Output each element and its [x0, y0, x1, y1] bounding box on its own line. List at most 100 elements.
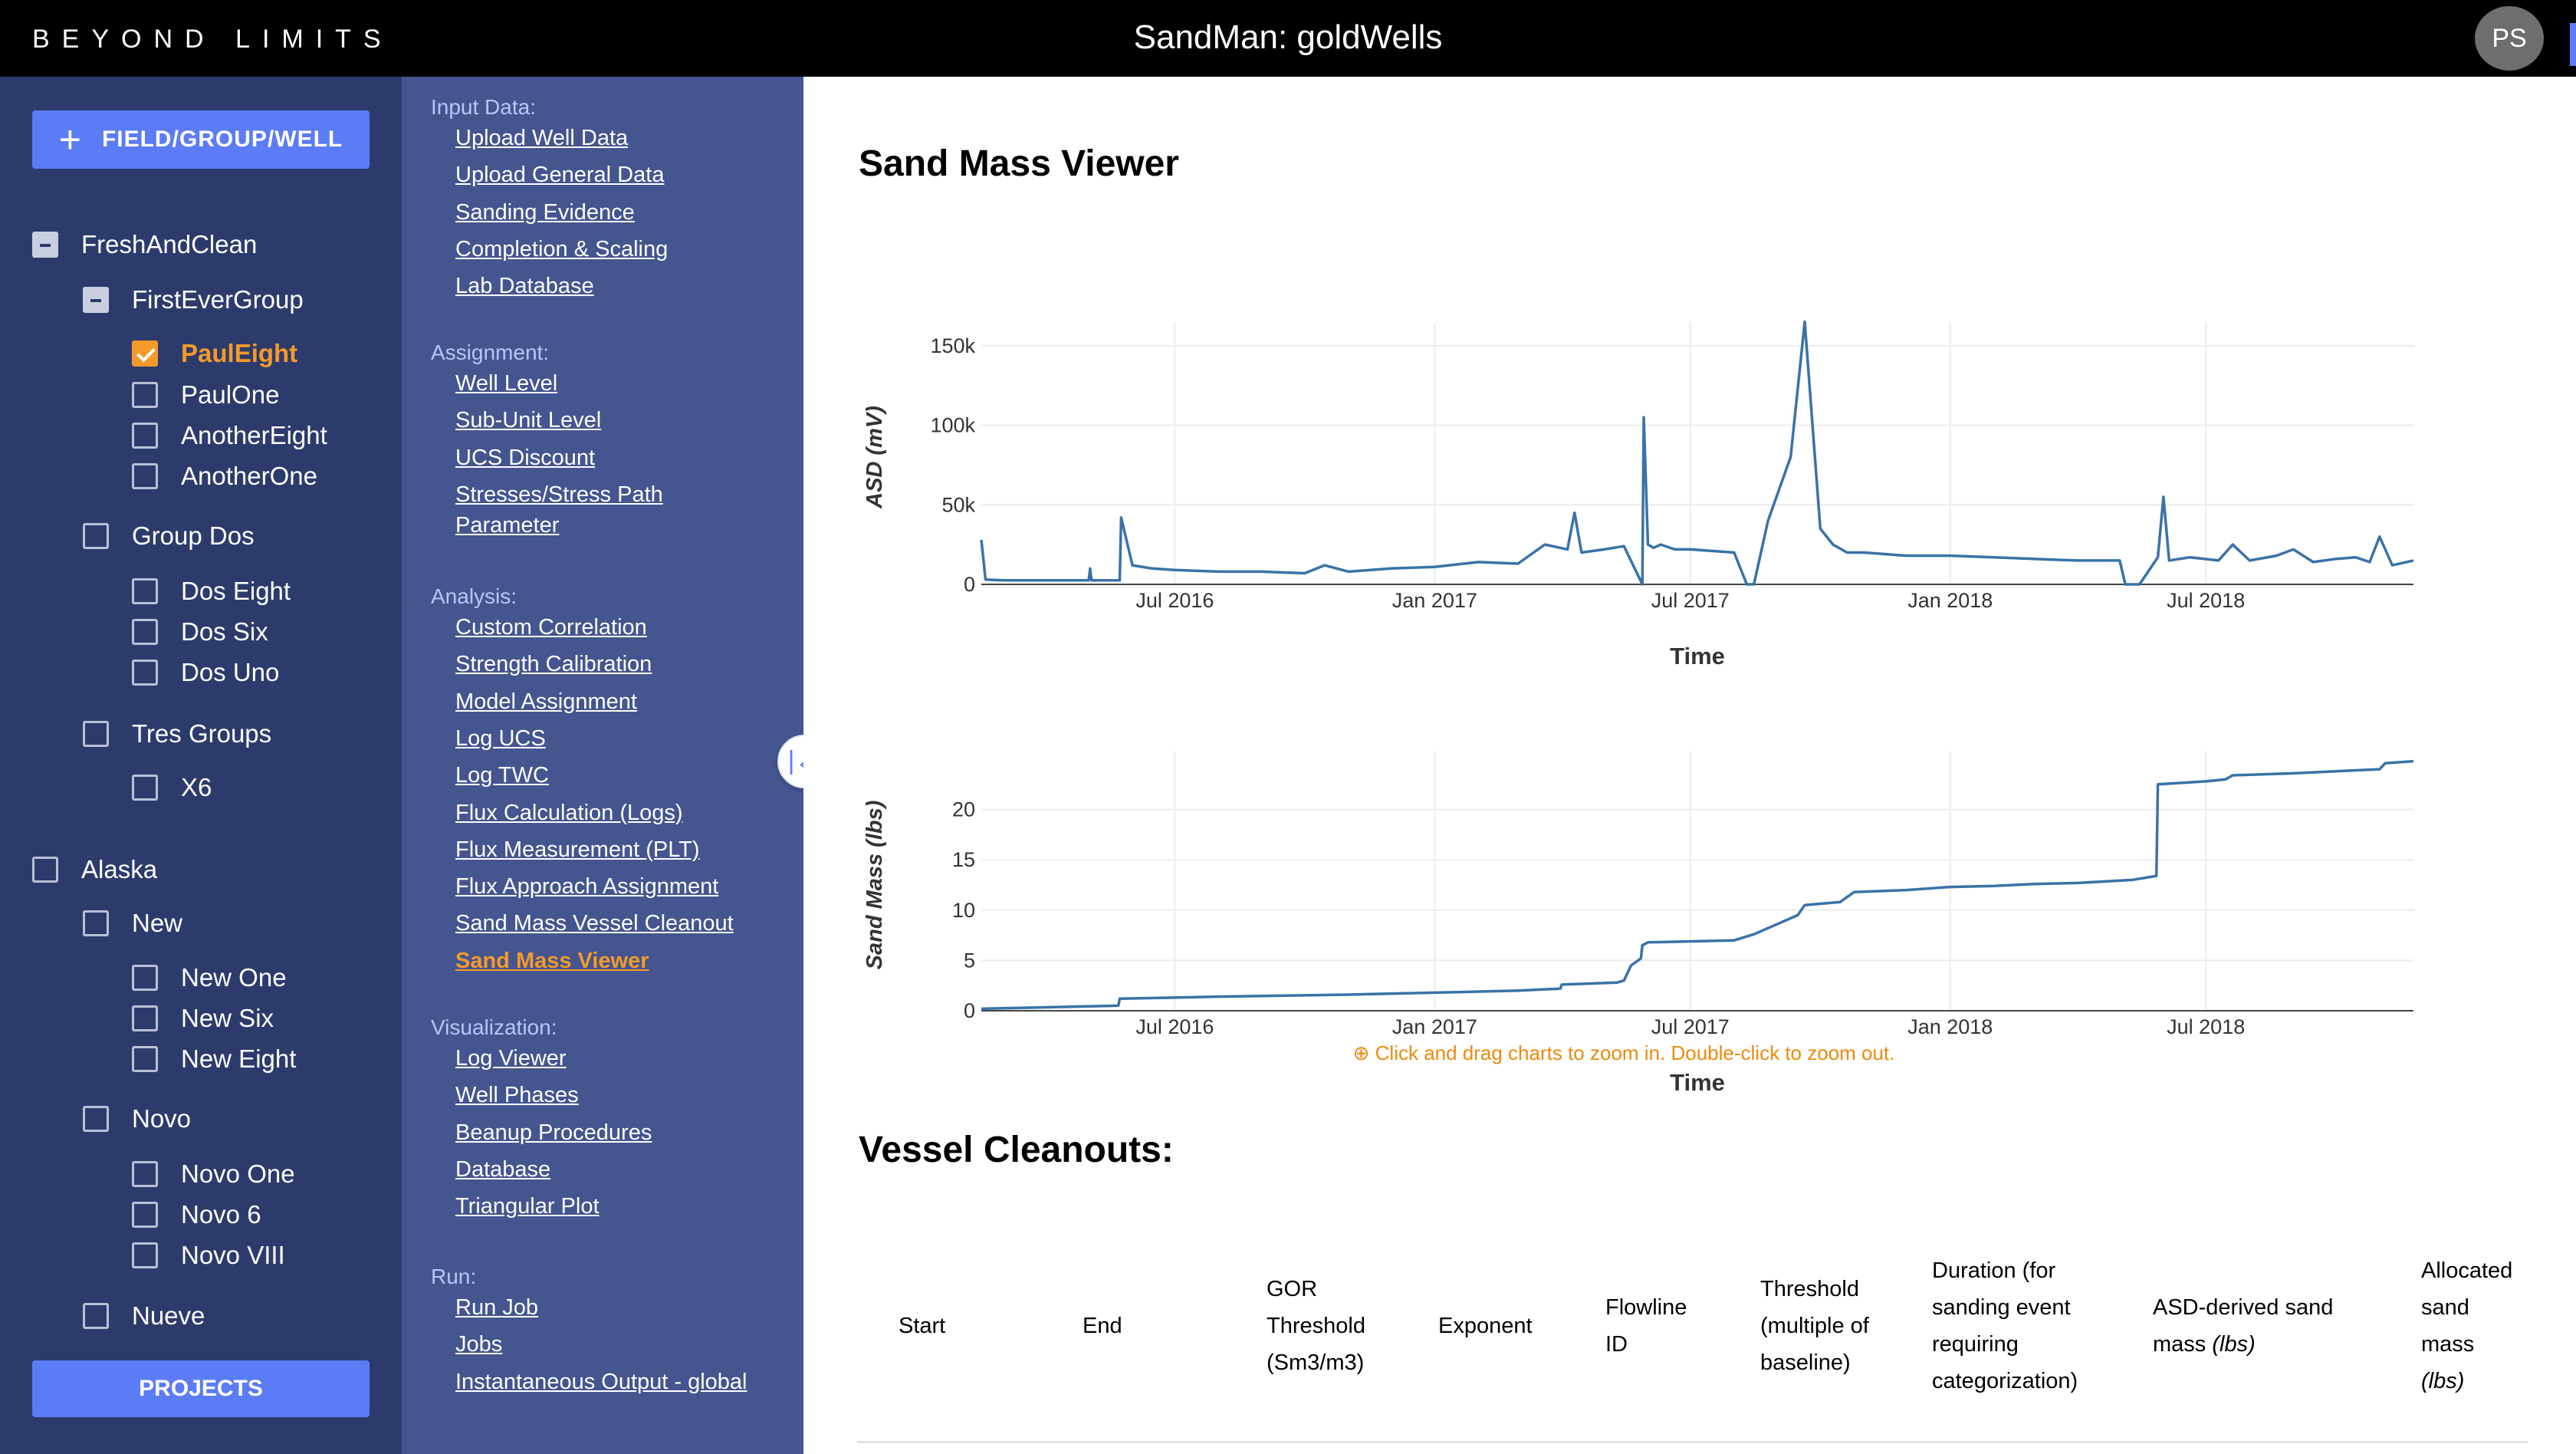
- menu-link[interactable]: Upload Well Data: [455, 121, 628, 155]
- tree-node[interactable]: AnotherEight: [132, 421, 327, 450]
- tree-node-checkbox[interactable]: [132, 775, 158, 801]
- tree-node[interactable]: Dos Uno: [132, 658, 279, 687]
- tree-node-label: New: [132, 909, 183, 937]
- asd-chart[interactable]: Jul 2016 Jan 2017 Jul 2017 Jan 2018 Jul 2018…: [859, 230, 2453, 690]
- tree-node-label: Novo 6: [181, 1200, 261, 1229]
- tree-node-checkbox[interactable]: [83, 1106, 109, 1132]
- tree-node[interactable]: FirstEverGroup: [83, 285, 304, 314]
- menu-link[interactable]: Log TWC: [455, 758, 549, 792]
- tree-node-checkbox[interactable]: [32, 232, 58, 258]
- menu-link[interactable]: Sand Mass Viewer: [455, 944, 649, 978]
- user-avatar[interactable]: PS: [2475, 6, 2544, 71]
- tree-node[interactable]: Novo: [83, 1104, 191, 1133]
- menu-link[interactable]: Jobs: [455, 1327, 502, 1361]
- menu-link[interactable]: Log Viewer: [455, 1041, 567, 1075]
- tree-node-checkbox[interactable]: [132, 619, 158, 645]
- tree-node-checkbox[interactable]: [132, 1046, 158, 1072]
- projects-button[interactable]: PROJECTS: [32, 1360, 370, 1417]
- x-tick-label: Jul 2018: [2167, 1015, 2245, 1038]
- menu-link[interactable]: Completion & Scaling: [455, 232, 668, 266]
- menu-link[interactable]: Instantaneous Output - global: [455, 1365, 747, 1399]
- column-header[interactable]: Duration (for sanding event requiring ca…: [1891, 1212, 2111, 1443]
- menu-link[interactable]: Run Job: [455, 1291, 538, 1324]
- tree-node[interactable]: Group Dos: [83, 521, 255, 551]
- column-header[interactable]: Flowline ID: [1564, 1212, 1719, 1443]
- menu-link[interactable]: UCS Discount: [455, 441, 595, 475]
- column-header[interactable]: ASD-derived sand mass (lbs): [2111, 1212, 2380, 1443]
- tree-node[interactable]: New One: [132, 963, 287, 992]
- column-header[interactable]: Exponent: [1397, 1212, 1564, 1443]
- menu-link[interactable]: Triangular Plot: [455, 1189, 600, 1223]
- tree-node-checkbox[interactable]: [132, 660, 158, 686]
- menu-link[interactable]: Sand Mass Vessel Cleanout: [455, 906, 734, 940]
- tree-node-checkbox[interactable]: [132, 1242, 158, 1268]
- menu-link[interactable]: Well Phases: [455, 1078, 579, 1112]
- tree-node[interactable]: FreshAndClean: [32, 230, 257, 259]
- menu-link[interactable]: Parameter: [455, 508, 559, 542]
- tree-node-checkbox[interactable]: [132, 340, 158, 367]
- column-header[interactable]: End: [1041, 1212, 1225, 1443]
- tree-node[interactable]: X6: [132, 773, 212, 802]
- table-cell: 1000: [2380, 1442, 2528, 1454]
- tree-node[interactable]: PaulEight: [132, 339, 297, 368]
- tree-node-checkbox[interactable]: [132, 965, 158, 991]
- column-header[interactable]: GOR Threshold (Sm3/m3): [1225, 1212, 1397, 1443]
- tree-node-checkbox[interactable]: [132, 1202, 158, 1228]
- tree-node[interactable]: Dos Eight: [132, 577, 291, 606]
- tree-node[interactable]: AnotherOne: [132, 462, 317, 491]
- tree-node[interactable]: Tres Groups: [83, 719, 271, 748]
- tree-node-label: New Six: [181, 1004, 274, 1032]
- tree-node-checkbox[interactable]: [83, 523, 109, 549]
- menu-link[interactable]: Well Level: [455, 367, 557, 400]
- zoom-in-icon: ⊕: [1352, 1041, 1370, 1064]
- column-header[interactable]: Start: [857, 1212, 1041, 1443]
- menu-link[interactable]: Stresses/Stress Path: [455, 478, 663, 512]
- plus-icon: +: [58, 118, 82, 161]
- tree-node[interactable]: New Six: [132, 1004, 274, 1033]
- tree-node-checkbox[interactable]: [83, 1303, 109, 1329]
- tree-node[interactable]: Novo One: [132, 1160, 295, 1189]
- menu-link[interactable]: Custom Correlation: [455, 610, 647, 644]
- tree-node-checkbox[interactable]: [132, 578, 158, 604]
- tree-node[interactable]: Dos Six: [132, 617, 268, 646]
- vessel-cleanouts-title: Vessel Cleanouts:: [859, 1130, 1174, 1170]
- menu-link[interactable]: Database: [455, 1153, 550, 1186]
- tree-node-label: Novo One: [181, 1160, 295, 1188]
- tree-node-checkbox[interactable]: [83, 287, 109, 313]
- add-field-group-well-button[interactable]: + FIELD/GROUP/WELL: [32, 110, 370, 169]
- tree-node[interactable]: New Eight: [132, 1044, 296, 1074]
- menu-link[interactable]: Log UCS: [455, 722, 546, 755]
- tree-node-checkbox[interactable]: [132, 1161, 158, 1187]
- menu-link[interactable]: Strength Calibration: [455, 647, 652, 681]
- tree-node-checkbox[interactable]: [132, 423, 158, 449]
- tree-node[interactable]: PaulOne: [132, 380, 279, 410]
- tree-node[interactable]: Nueve: [83, 1301, 205, 1331]
- tree-node-checkbox[interactable]: [132, 382, 158, 408]
- tree-node[interactable]: Novo VIII: [132, 1241, 285, 1270]
- tree-node[interactable]: Novo 6: [132, 1200, 261, 1229]
- tree-node-checkbox[interactable]: [132, 1005, 158, 1031]
- menu-link[interactable]: Upload General Data: [455, 158, 664, 192]
- y-tick-label: 100k: [930, 414, 975, 437]
- tree-node-checkbox[interactable]: [132, 463, 158, 489]
- menu-link[interactable]: Sub-Unit Level: [455, 403, 601, 437]
- tree-node-label: New Eight: [181, 1044, 297, 1073]
- table-cell: 24.9878339060668: [2111, 1442, 2380, 1454]
- vessel-cleanouts-table: Start End GOR Threshold (Sm3/m3) Exponent Fl…: [857, 1212, 2528, 1454]
- menu-link[interactable]: Lab Database: [455, 269, 594, 303]
- menu-link[interactable]: Flux Approach Assignment: [455, 870, 718, 903]
- menu-link[interactable]: Flux Measurement (PLT): [455, 833, 700, 867]
- tree-node-checkbox[interactable]: [32, 857, 58, 883]
- tree-node-checkbox[interactable]: [83, 721, 109, 747]
- menu-link[interactable]: Beanup Procedures: [455, 1116, 652, 1150]
- menu-link[interactable]: Flux Calculation (Logs): [455, 796, 683, 830]
- tree-node-checkbox[interactable]: [83, 910, 109, 936]
- tree-node[interactable]: Alaska: [32, 855, 157, 884]
- y-tick-label: 5: [964, 949, 975, 972]
- menu-link[interactable]: Model Assignment: [455, 685, 637, 719]
- tree-node[interactable]: New: [83, 909, 182, 938]
- menu-link[interactable]: Sanding Evidence: [455, 196, 635, 229]
- column-header[interactable]: Threshold (multiple of baseline): [1719, 1212, 1891, 1443]
- column-header[interactable]: Allocated sand mass (lbs): [2380, 1212, 2528, 1443]
- table-row[interactable]: 2015/12/05 16:58:002017/12/05 16:58:0015…: [857, 1442, 2528, 1454]
